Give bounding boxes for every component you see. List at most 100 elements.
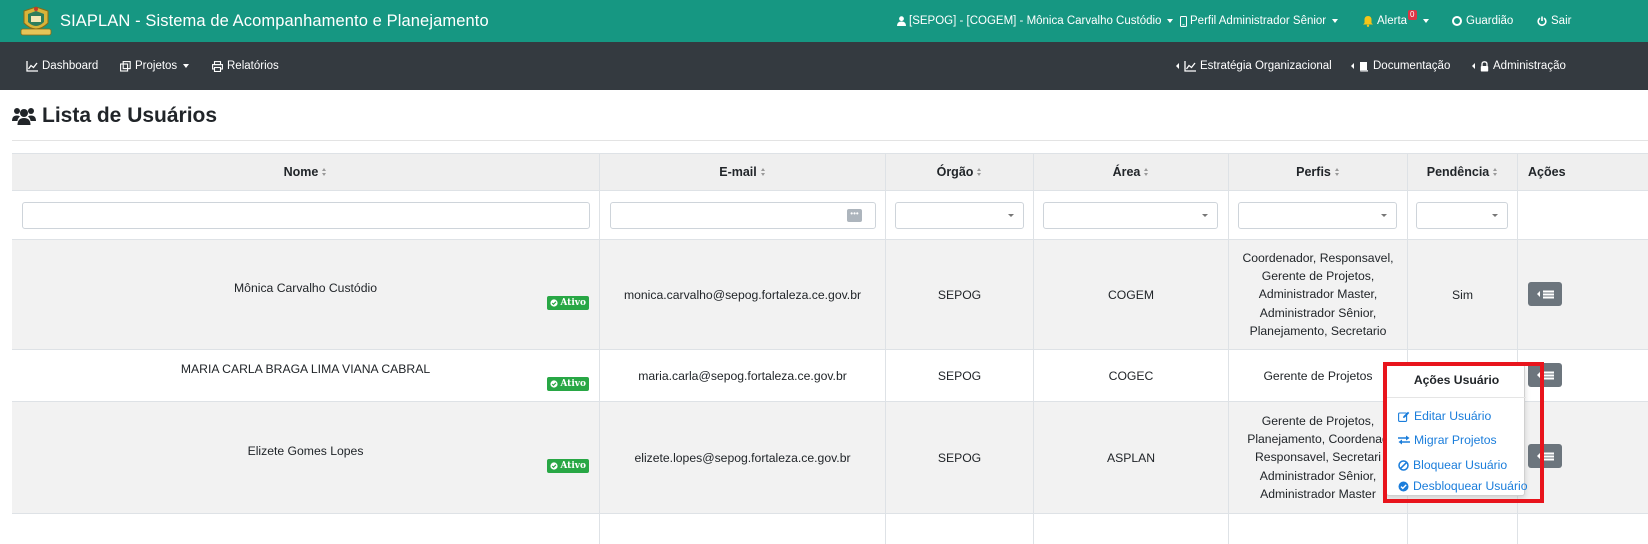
filter-perfis-select[interactable] [1238, 202, 1397, 229]
top-header: SIAPLAN - Sistema de Acompanhamento e Pl… [0, 0, 1648, 42]
menu-admin[interactable]: Administração [1472, 42, 1566, 90]
guardian-label: Guardião [1466, 15, 1514, 27]
filter-cell-orgao [886, 191, 1034, 239]
list-icon [1542, 452, 1554, 460]
perfil-line: Gerente de Projetos [1263, 368, 1373, 383]
sort-icon [322, 167, 327, 177]
user-area: ASPLAN [1106, 450, 1156, 465]
cell-orgao: SEPOG [886, 350, 1034, 401]
menu-projects[interactable]: Projetos [120, 42, 190, 90]
caret-left-icon [1472, 63, 1475, 69]
user-name: MARIA CARLA BRAGA LIMA VIANA CABRAL [180, 362, 431, 376]
siaplan-logo-icon [18, 5, 54, 37]
actions-button[interactable] [1528, 282, 1562, 306]
user-email: maria.carla@sepog.fortaleza.ce.gov.br [638, 368, 847, 383]
status-badge: Ativo [547, 296, 589, 310]
sort-icon [1144, 167, 1149, 177]
header-area[interactable]: Área [1034, 154, 1229, 190]
caret-left-icon [1351, 63, 1354, 69]
perfil-line: Coordenador, Responsavel, [1242, 250, 1394, 265]
header-perfis[interactable]: Perfis [1229, 154, 1408, 190]
filter-cell-email: ••• [600, 191, 886, 239]
user-icon [897, 16, 906, 26]
filter-area-select[interactable] [1043, 202, 1218, 229]
header-orgao[interactable]: Órgão [886, 154, 1034, 190]
user-pendencia: Sim [1452, 287, 1473, 302]
alert-menu[interactable]: Alerta 0 [1362, 0, 1429, 42]
perfil-line: Administrador Master, [1258, 287, 1378, 302]
table-header-row: Nome E-mail Órgão Área Perfis Pendência … [12, 153, 1648, 191]
header-area-label: Área [1112, 165, 1141, 179]
header-email[interactable]: E-mail [600, 154, 886, 190]
header-nome[interactable]: Nome [12, 154, 600, 190]
menu-dashboard[interactable]: Dashboard [26, 42, 98, 90]
page-title: Lista de Usuários [12, 102, 217, 130]
header-pendencia[interactable]: Pendência [1408, 154, 1518, 190]
perfil-line: Gerente de Projetos, [1261, 269, 1375, 284]
header-nome-label: Nome [283, 165, 319, 179]
menu-docs[interactable]: Documentação [1351, 42, 1450, 90]
perfil-line: Administrador Sênior, [1259, 468, 1377, 483]
cell-email: maria.carla@sepog.fortaleza.ce.gov.br [600, 350, 886, 401]
caret-left-icon [1176, 63, 1179, 69]
title-divider [12, 140, 1648, 141]
profile-menu[interactable]: Perfil Administrador Sênior [1180, 0, 1339, 42]
logout-link[interactable]: Sair [1537, 0, 1571, 42]
line-chart-icon [1184, 60, 1196, 72]
alert-label: Alerta [1377, 15, 1408, 27]
app-title: SIAPLAN - Sistema de Acompanhamento e Pl… [60, 11, 489, 30]
filter-orgao-select[interactable] [895, 202, 1024, 229]
user-menu[interactable]: [SEPOG] - [COGEM] - Mônica Carvalho Cust… [897, 0, 1174, 42]
chevron-down-icon [1381, 214, 1387, 217]
perfil-line: Administrador Sênior, [1259, 305, 1377, 320]
bell-icon [1363, 16, 1373, 27]
cell-orgao [886, 514, 1034, 544]
alert-count-badge: 0 [1408, 10, 1417, 20]
cell-email: monica.carvalho@sepog.fortaleza.ce.gov.b… [600, 240, 886, 349]
user-orgao: SEPOG [937, 368, 982, 383]
cell-pendencia: Sim [1408, 240, 1518, 349]
line-chart-icon [26, 60, 38, 72]
cell-perfis: Gerente de Projetos, Planejamento, Coord… [1229, 402, 1408, 513]
power-icon [1537, 16, 1547, 26]
perfil-line: Administrador Master [1260, 486, 1376, 501]
menu-strategy[interactable]: Estratégia Organizacional [1176, 42, 1332, 90]
cell-email [600, 514, 886, 544]
check-circle-icon [550, 299, 558, 307]
user-name: Mônica Carvalho Custódio [234, 281, 377, 295]
filter-pendencia-select[interactable] [1416, 202, 1508, 229]
menu-strategy-label: Estratégia Organizacional [1200, 60, 1332, 72]
logout-label: Sair [1551, 15, 1572, 27]
cell-nome [12, 514, 600, 544]
list-icon [1542, 290, 1554, 298]
user-orgao: SEPOG [937, 287, 982, 302]
perfil-line: Responsavel, Secretari [1255, 450, 1381, 465]
table-row [12, 514, 1648, 544]
brand[interactable]: SIAPLAN - Sistema de Acompanhamento e Pl… [18, 4, 489, 38]
sort-icon [1493, 167, 1498, 177]
cell-acoes [1518, 240, 1648, 349]
filter-cell-nome [12, 191, 600, 239]
cell-pendencia [1408, 514, 1518, 544]
user-name: Elizete Gomes Lopes [247, 444, 364, 458]
filter-nome-input[interactable] [22, 202, 590, 229]
guardian-link[interactable]: Guardião [1452, 0, 1513, 42]
user-area: COGEC [1108, 368, 1154, 383]
filter-cell-acoes [1518, 191, 1648, 239]
cell-perfis [1229, 514, 1408, 544]
cell-perfis: Gerente de Projetos [1229, 350, 1408, 401]
autofill-icon[interactable]: ••• [847, 209, 862, 222]
user-menu-label: [SEPOG] - [COGEM] - Mônica Carvalho Cust… [909, 15, 1162, 27]
menu-dashboard-label: Dashboard [42, 60, 99, 72]
chevron-down-icon [1492, 214, 1498, 217]
caret-down-icon [1167, 19, 1174, 23]
filter-email-input[interactable]: ••• [610, 202, 876, 229]
list-icon [1542, 371, 1554, 379]
status-label: Ativo [560, 298, 586, 308]
main-menu: Dashboard Projetos Relatórios Estratégia… [0, 42, 1648, 90]
highlight-box [1383, 362, 1544, 503]
check-circle-icon [550, 462, 558, 470]
header-orgao-label: Órgão [936, 165, 974, 179]
life-ring-icon [1452, 16, 1462, 26]
menu-reports[interactable]: Relatórios [212, 42, 279, 90]
